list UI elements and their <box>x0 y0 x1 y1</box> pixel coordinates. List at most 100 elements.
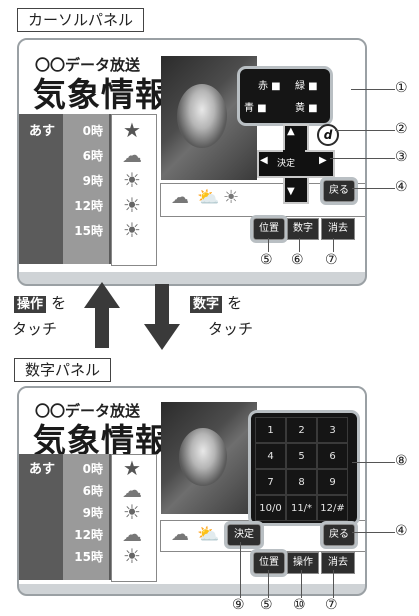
star-icon: ★ <box>123 456 141 480</box>
blue-key[interactable]: 青 ■ <box>244 99 267 114</box>
numpad-grid: 1 2 3 4 5 6 7 8 9 10/0 11/* 12/# <box>255 417 351 521</box>
callout-line <box>240 542 241 598</box>
star-icon: ★ <box>123 118 141 142</box>
cloud-icon: ☁ <box>171 187 189 208</box>
position-button[interactable]: 位置 <box>250 215 288 243</box>
sun-icon: ☀ <box>123 168 141 192</box>
callout-1: ① <box>395 80 408 96</box>
time-label: 12時 <box>74 199 103 213</box>
weather-heading: 気象情報 <box>33 75 169 114</box>
operation-touch: タッチ <box>12 320 58 338</box>
numpad-panel: 1 2 3 4 5 6 7 8 9 10/0 11/* 12/# <box>248 410 360 526</box>
enter-button[interactable]: 決定 <box>224 521 264 549</box>
callout-6: ⑥ <box>291 252 304 268</box>
operation-instruction: 操作 を <box>14 292 66 313</box>
red-key[interactable]: 赤 ■ <box>258 77 281 92</box>
enter-button[interactable]: 決定 <box>277 156 295 169</box>
weather-column: ★ ☁ ☀ ☁ ☀ <box>111 454 157 582</box>
callout-7: ⑦ <box>325 252 338 268</box>
cursor-panel-title: カーソルパネル <box>17 8 145 32</box>
numpad-key-3[interactable]: 3 <box>317 417 348 443</box>
position-button[interactable]: 位置 <box>250 549 288 577</box>
number-touch: タッチ <box>208 320 254 338</box>
cloud-icon: ☁ <box>171 524 189 545</box>
number-instruction: 数字 を <box>190 292 242 313</box>
green-key[interactable]: 緑 ■ <box>295 77 318 92</box>
operation-button[interactable]: 操作 <box>287 552 319 574</box>
numpad-key-8[interactable]: 8 <box>286 469 317 495</box>
callout-4b: ④ <box>395 523 408 539</box>
back-button[interactable]: 戻る <box>320 177 358 205</box>
time-label: 9時 <box>82 506 103 520</box>
numpad-row: 4 5 6 <box>255 443 351 469</box>
callout-5: ⑤ <box>260 252 273 268</box>
dpad-up-button[interactable]: ▲ <box>287 126 295 137</box>
day-label: あす <box>29 124 56 139</box>
cloud-icon: ☁ <box>122 478 142 502</box>
numpad-key-5[interactable]: 5 <box>286 443 317 469</box>
dpad-down-button[interactable]: ▼ <box>287 186 295 197</box>
callout-5b: ⑤ <box>260 597 273 613</box>
numpad-row: 1 2 3 <box>255 417 351 443</box>
callout-line <box>268 238 269 252</box>
callout-line <box>352 532 395 533</box>
callout-line <box>268 570 269 598</box>
cursor-panel-title-text: カーソルパネル <box>28 11 134 29</box>
blue-key-label: 青 <box>244 103 254 114</box>
numpad-key-2[interactable]: 2 <box>286 417 317 443</box>
color-key-panel: 赤 ■ 緑 ■ 青 ■ 黄 ■ <box>237 66 333 126</box>
number-suffix: を <box>227 294 243 312</box>
time-label: 15時 <box>74 224 103 238</box>
numpad-key-11[interactable]: 11/* <box>286 495 317 521</box>
yellow-key[interactable]: 黄 ■ <box>295 99 318 114</box>
callout-line <box>299 238 300 252</box>
down-arrow-icon <box>144 284 180 350</box>
callout-line <box>352 188 395 189</box>
time-label: 0時 <box>82 462 103 476</box>
numpad-key-10[interactable]: 10/0 <box>255 495 286 521</box>
clear-button[interactable]: 消去 <box>321 552 355 574</box>
numpad-key-4[interactable]: 4 <box>255 443 286 469</box>
dpad-right-button[interactable]: ▶ <box>319 155 327 166</box>
callout-2: ② <box>395 121 408 137</box>
time-label: 15時 <box>74 550 103 564</box>
back-button[interactable]: 戻る <box>320 521 358 549</box>
time-label: 6時 <box>82 484 103 498</box>
number-panel-title: 数字パネル <box>14 358 112 382</box>
number-panel-title-text: 数字パネル <box>25 361 101 379</box>
operation-suffix: を <box>51 294 67 312</box>
red-key-label: 赤 <box>258 81 268 92</box>
photo-highlight <box>179 428 227 486</box>
sun-icon: ☀ <box>223 187 240 208</box>
sun-cloud-icon: ⛅ <box>197 524 220 545</box>
number-button[interactable]: 数字 <box>287 218 319 240</box>
callout-line <box>352 462 395 463</box>
day-label: あす <box>29 462 56 477</box>
numpad-key-6[interactable]: 6 <box>317 443 348 469</box>
d-button-label: d <box>323 128 333 142</box>
weather-column: ★ ☁ ☀ ☀ ☀ <box>111 114 157 266</box>
numpad-key-7[interactable]: 7 <box>255 469 286 495</box>
callout-4: ④ <box>395 179 408 195</box>
dpad-left-button[interactable]: ◀ <box>260 155 268 166</box>
callout-line <box>333 570 334 598</box>
photo-highlight <box>177 84 227 148</box>
cloud-icon: ☁ <box>122 143 142 167</box>
numpad-key-12[interactable]: 12/# <box>317 495 348 521</box>
callout-8: ⑧ <box>395 453 408 469</box>
numpad-key-9[interactable]: 9 <box>317 469 348 495</box>
time-label: 0時 <box>82 124 103 138</box>
sun-icon: ☀ <box>123 544 141 568</box>
callout-7b: ⑦ <box>325 597 338 613</box>
numpad-key-1[interactable]: 1 <box>255 417 286 443</box>
numpad-row: 10/0 11/* 12/# <box>255 495 351 521</box>
numpad-row: 7 8 9 <box>255 469 351 495</box>
clear-button[interactable]: 消去 <box>321 218 355 240</box>
callout-line <box>301 570 302 598</box>
time-label: 9時 <box>82 174 103 188</box>
sun-icon: ☀ <box>123 218 141 242</box>
d-button[interactable]: d <box>317 124 339 146</box>
callout-9: ⑨ <box>232 597 245 613</box>
number-panel-screen: 〇〇データ放送 気象情報 あす 0時 6時 9時 12時 15時 ★ ☁ ☀ ☁… <box>17 386 367 596</box>
callout-3: ③ <box>395 149 408 165</box>
